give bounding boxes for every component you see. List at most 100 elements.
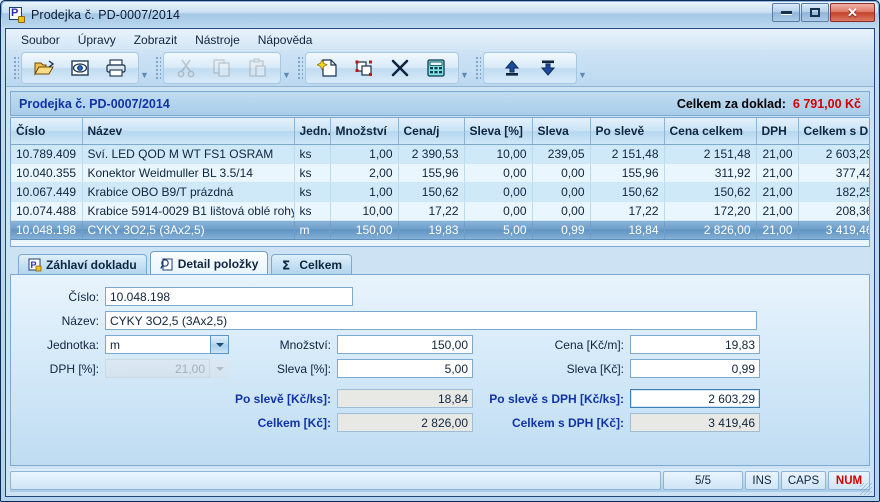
menu-item-upravy[interactable]: Úpravy: [69, 31, 125, 49]
mnozstvi-label: Množství:: [279, 337, 331, 352]
column-header-cislo[interactable]: Číslo: [11, 118, 83, 145]
sigma-icon: Σ: [281, 258, 295, 273]
duplicate-item-button[interactable]: [346, 54, 382, 82]
cell-mnozstvi: 2,00: [330, 163, 399, 183]
column-header-cena-j[interactable]: Cena/j: [398, 118, 465, 145]
cislo-field[interactable]: 10.048.198: [105, 287, 353, 306]
resize-grip-icon[interactable]: [860, 483, 872, 495]
move-down-button[interactable]: [530, 54, 566, 82]
toolbar-overflow-icon[interactable]: ▼: [577, 54, 588, 83]
sleva-kc-field[interactable]: 0,99: [630, 359, 760, 378]
item-detail-icon: [159, 257, 174, 271]
toolbar-group-items: ▼: [294, 52, 470, 84]
column-header-dph[interactable]: DPH: [756, 118, 799, 145]
cell-celkem-s-dph: 377,42: [798, 163, 869, 183]
status-ins[interactable]: INS: [745, 471, 779, 490]
menu-bar: Soubor Úpravy Zobrazit Nástroje Nápověda: [6, 29, 874, 51]
menu-item-nastroje[interactable]: Nástroje: [186, 31, 249, 49]
po-sleve-label: Po slevě [Kč/ks]:: [234, 391, 331, 406]
print-preview-button[interactable]: [62, 54, 98, 82]
column-header-po-sleve[interactable]: Po slevě: [590, 118, 665, 145]
table-row[interactable]: 10.074.488 Krabice 5914-0029 B1 lištová …: [11, 201, 869, 221]
toolbar-group-file: ▼: [10, 52, 150, 84]
open-folder-button[interactable]: [26, 54, 62, 82]
copy-button: [204, 54, 240, 82]
cell-dph: 21,00: [756, 182, 799, 202]
cell-sleva-pct: 10,00: [464, 144, 533, 164]
tab-detail-polozky[interactable]: Detail položky: [149, 251, 269, 275]
toolbar-overflow-icon[interactable]: ▼: [139, 54, 150, 83]
window-controls: ✕: [772, 3, 875, 22]
title-bar[interactable]: P Prodejka č. PD-0007/2014 ✕: [2, 2, 878, 27]
calculator-button[interactable]: [418, 54, 454, 82]
toolbar-grip-icon[interactable]: [296, 55, 303, 81]
cell-po-sleve: 2 151,48: [590, 144, 665, 164]
paste-button: [240, 54, 276, 82]
toolbar-group-order: ▼: [472, 52, 588, 84]
status-caps[interactable]: CAPS: [781, 471, 826, 490]
column-header-cena-celkem[interactable]: Cena celkem: [664, 118, 757, 145]
sleva-pct-field[interactable]: 5,00: [337, 359, 473, 378]
tab-zahlavi-dokladu[interactable]: P Záhlaví dokladu: [18, 254, 147, 275]
table-row[interactable]: 10.789.409 Sví. LED QOD M WT FS1 OSRAM k…: [11, 144, 869, 164]
new-document-button[interactable]: [310, 54, 346, 82]
chevron-down-icon[interactable]: [210, 335, 229, 354]
document-total-label: Celkem za doklad:: [676, 96, 786, 111]
tab-celkem[interactable]: Σ Celkem: [271, 254, 353, 275]
table-row-selected[interactable]: 10.048.198 CYKY 3O2,5 (3Ax2,5) m 150,00 …: [11, 220, 869, 240]
menu-item-napoveda[interactable]: Nápověda: [249, 31, 322, 49]
jednotka-value: m: [105, 335, 210, 354]
cell-sleva-pct: 0,00: [464, 163, 533, 183]
toolbar-group-clipboard: ▼: [152, 52, 292, 84]
cell-jednotka: m: [294, 220, 331, 240]
items-grid[interactable]: Číslo Název Jedn. Množství Cena/j Sleva …: [10, 117, 870, 247]
cell-mnozstvi: 1,00: [330, 182, 399, 202]
toolbar-overflow-icon[interactable]: ▼: [459, 54, 470, 83]
column-header-celkem-s-dph[interactable]: Celkem s DPH: [798, 118, 869, 145]
print-button[interactable]: [98, 54, 134, 82]
column-header-mnozstvi[interactable]: Množství: [330, 118, 399, 145]
cena-field[interactable]: 19,83: [630, 335, 760, 354]
column-header-jednotka[interactable]: Jedn.: [294, 118, 331, 145]
cut-icon: [177, 59, 195, 78]
maximize-button[interactable]: [801, 3, 829, 22]
menu-item-soubor[interactable]: Soubor: [12, 31, 69, 49]
open-folder-icon: [34, 60, 55, 76]
cell-celkem-s-dph: 208,36: [798, 201, 869, 221]
cell-sleva-pct: 0,00: [464, 182, 533, 202]
paste-icon: [249, 58, 266, 77]
cislo-label: Číslo:: [68, 289, 99, 304]
mnozstvi-field[interactable]: 150,00: [337, 335, 473, 354]
table-row[interactable]: 10.040.355 Konektor Weidmuller BL 3.5/14…: [11, 163, 869, 183]
cell-celkem-s-dph: 3 419,46: [798, 220, 869, 240]
minimize-button[interactable]: [772, 3, 800, 22]
celkem-dph-label: Celkem s DPH [Kč]:: [511, 415, 624, 430]
close-button[interactable]: ✕: [830, 3, 875, 22]
menu-item-zobrazit[interactable]: Zobrazit: [125, 31, 186, 49]
toolbar-grip-icon[interactable]: [154, 55, 161, 81]
column-header-nazev[interactable]: Název: [82, 118, 295, 145]
new-document-icon: [317, 59, 337, 77]
po-sleve-dph-field[interactable]: 2 603,29: [630, 389, 760, 408]
column-header-sleva[interactable]: Sleva: [532, 118, 591, 145]
cell-cislo: 10.789.409: [11, 144, 83, 164]
cell-mnozstvi: 150,00: [330, 220, 399, 240]
celkem-label: Celkem [Kč]:: [257, 415, 331, 430]
toolbar-grip-icon[interactable]: [12, 55, 19, 81]
move-up-button[interactable]: [494, 54, 530, 82]
po-sleve-field: 18,84: [337, 389, 473, 408]
toolbar-overflow-icon[interactable]: ▼: [281, 54, 292, 83]
nazev-field[interactable]: CYKY 3O2,5 (3Ax2,5): [105, 311, 757, 330]
move-down-icon: [540, 60, 556, 76]
window-client-area: Soubor Úpravy Zobrazit Nástroje Nápověda: [5, 28, 875, 497]
cell-cena-celkem: 150,62: [664, 182, 757, 202]
column-header-sleva-pct[interactable]: Sleva [%]: [464, 118, 533, 145]
table-row[interactable]: 10.067.449 Krabice OBO B9/T prázdná ks 1…: [11, 182, 869, 202]
minimize-icon: [780, 11, 792, 14]
toolbar-grip-icon[interactable]: [474, 55, 481, 81]
dph-combobox: 21,00: [105, 359, 229, 378]
cut-button: [168, 54, 204, 82]
document-total-value: 6 791,00 Kč: [792, 96, 861, 111]
delete-button[interactable]: [382, 54, 418, 82]
jednotka-combobox[interactable]: m: [105, 335, 229, 354]
